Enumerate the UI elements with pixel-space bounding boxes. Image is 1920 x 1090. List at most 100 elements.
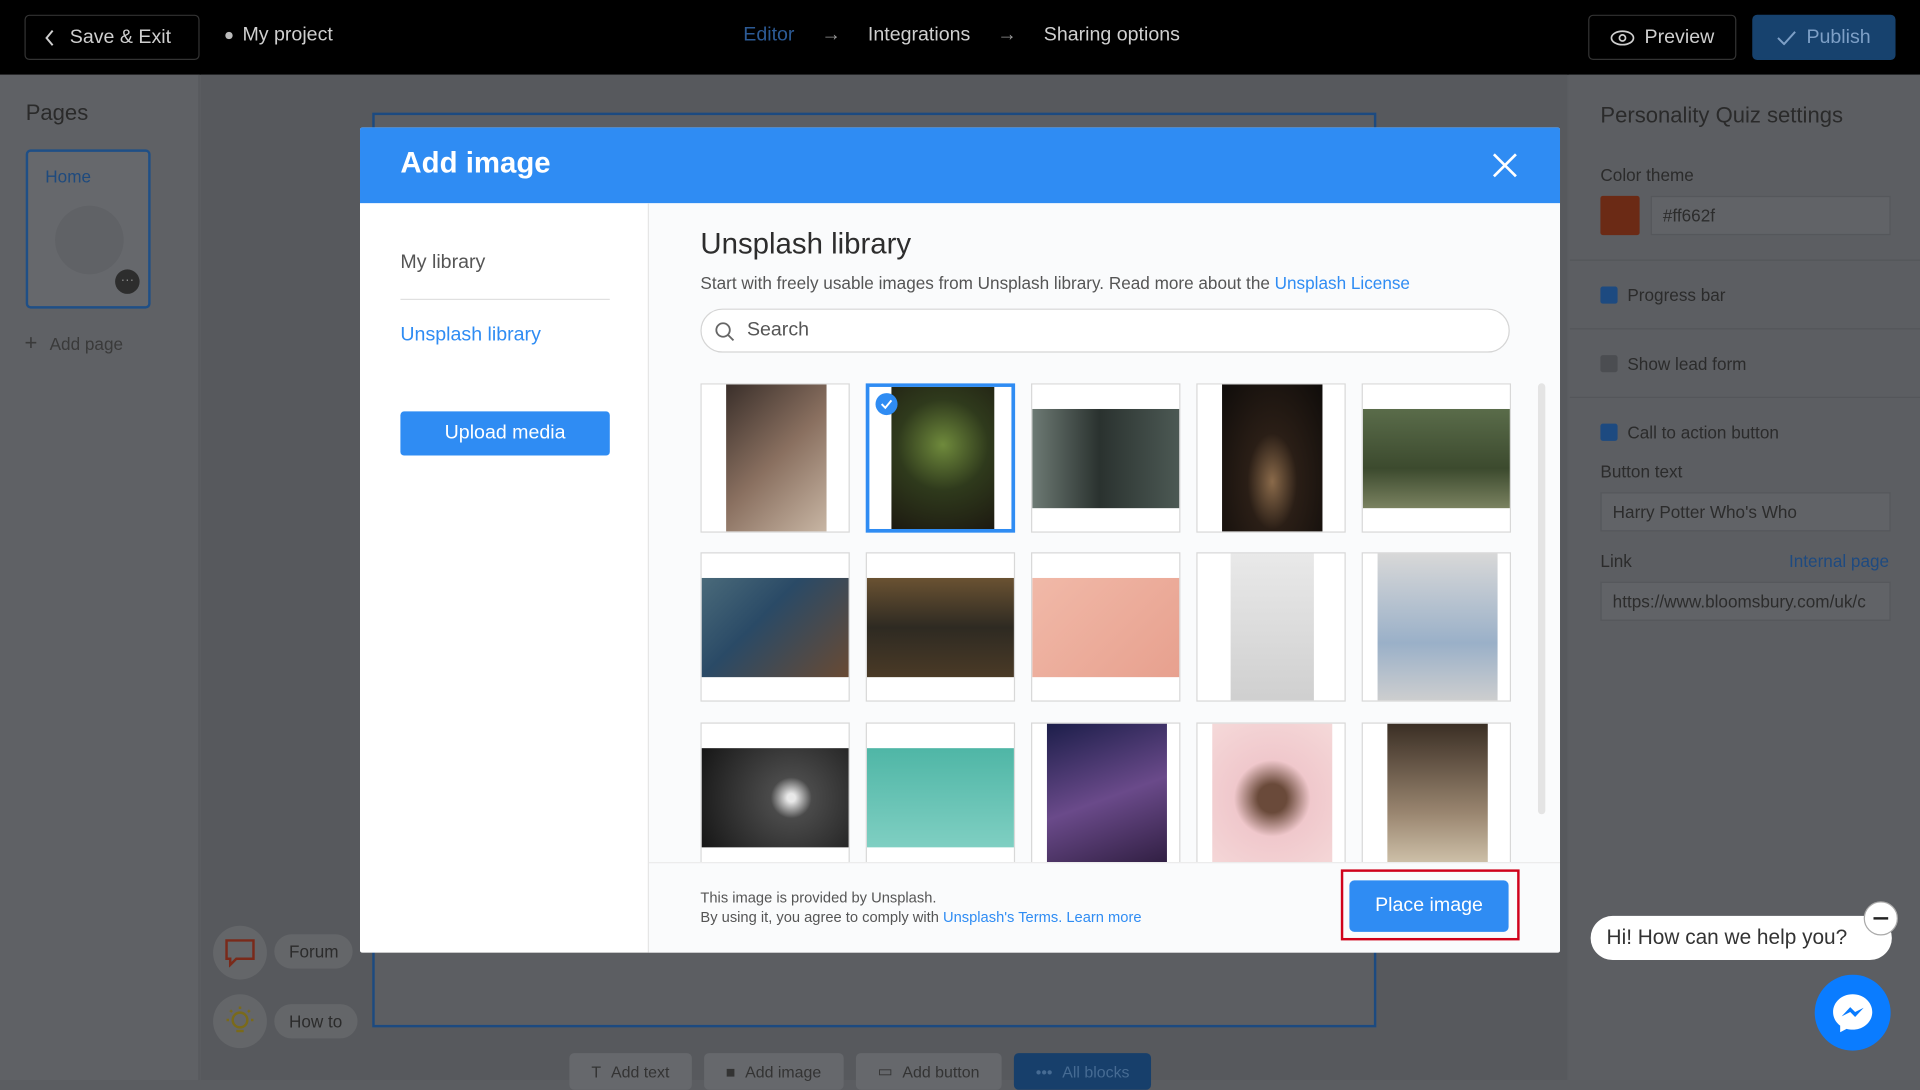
more-icon[interactable]: ··· [115,269,140,294]
save-exit-label: Save & Exit [69,26,172,48]
add-image-button[interactable]: ■ Add image [703,1053,844,1090]
publish-label: Publish [1806,26,1871,48]
image-thumbnail [1032,408,1180,509]
library-description: Start with freely usable images from Uns… [700,273,1410,293]
unsplash-license-link[interactable]: Unsplash License [1275,273,1410,293]
page-card-home[interactable]: Home ··· [25,149,151,309]
chevron-left-icon [45,29,54,46]
image-tile[interactable] [1031,383,1181,533]
arrow-right-icon: → [821,24,841,46]
divider [400,298,610,301]
chat-icon [225,939,255,968]
image-thumbnail [891,386,995,529]
page-card-label: Home [45,166,92,187]
image-tile[interactable] [1361,383,1512,533]
selected-check-icon [875,393,898,416]
image-thumbnail [1032,577,1180,678]
screen: Save & Exit My project Editor → Integrat… [0,0,1920,1090]
image-tile[interactable] [1361,722,1512,863]
howto-label[interactable]: How to [274,1004,358,1039]
all-blocks-label: All blocks [1062,1062,1130,1081]
project-label: My project [242,24,333,46]
text-icon: T [591,1062,602,1081]
image-icon: ■ [725,1062,736,1081]
grid-scrollbar[interactable] [1537,383,1546,815]
dots-icon: ••• [1035,1062,1053,1081]
image-grid [700,383,1512,863]
button-icon: ▭ [877,1061,893,1081]
messenger-icon[interactable] [1814,974,1891,1051]
upload-media-button[interactable]: Upload media [400,411,610,456]
place-image-button[interactable]: Place image [1349,880,1509,932]
cta-checkbox[interactable] [1600,423,1618,441]
preview-label: Preview [1644,26,1715,48]
eye-icon [1610,29,1635,45]
image-tile[interactable] [700,383,850,533]
chat-prompt[interactable]: Hi! How can we help you? [1590,915,1892,961]
step-editor[interactable]: Editor [743,24,794,46]
divider [1569,396,1920,398]
add-button-button[interactable]: ▭ Add button [855,1053,1002,1090]
image-tile[interactable] [865,722,1016,863]
forum-button[interactable] [213,925,267,980]
image-tile[interactable] [1196,552,1346,702]
search-icon [715,322,735,342]
add-text-button[interactable]: T Add text [569,1053,692,1090]
preview-button[interactable]: Preview [1588,14,1737,61]
add-page-button[interactable]: + Add page [24,331,123,357]
unsplash-library-tab[interactable]: Unsplash library [400,324,540,346]
pages-title: Pages [25,100,89,125]
all-blocks-button[interactable]: ••• All blocks [1013,1053,1152,1090]
image-tile[interactable] [865,552,1016,702]
step-integrations[interactable]: Integrations [868,24,970,46]
color-hex-input[interactable]: #ff662f [1650,195,1891,236]
publish-button[interactable]: Publish [1752,14,1896,61]
image-tile[interactable] [1196,722,1346,863]
button-text-input[interactable]: Harry Potter Who's Who [1600,492,1891,532]
project-name[interactable]: My project [225,24,333,46]
color-swatch[interactable] [1600,195,1640,236]
lead-form-checkbox[interactable] [1600,355,1618,373]
my-library-tab[interactable]: My library [400,252,485,274]
image-thumbnail [1387,723,1488,863]
image-thumbnail [701,748,849,848]
arrow-right-icon: → [997,24,1017,46]
internal-page-link[interactable]: Internal page [1789,551,1889,571]
howto-button[interactable] [213,994,267,1049]
forum-label[interactable]: Forum [274,934,354,969]
image-tile[interactable] [1196,383,1346,533]
settings-title: Personality Quiz settings [1600,102,1843,128]
step-nav: Editor → Integrations → Sharing options [743,24,1180,46]
modal-content: Unsplash library Start with freely usabl… [648,203,1561,953]
close-icon[interactable] [1489,149,1521,181]
image-tile[interactable] [1031,552,1181,702]
status-dot [225,31,233,40]
image-tile[interactable] [1031,722,1181,863]
bulb-icon [226,1006,254,1033]
image-tile[interactable] [700,722,850,863]
save-exit-button[interactable]: Save & Exit [24,14,200,61]
search-input[interactable]: Search [700,308,1510,353]
step-sharing-options[interactable]: Sharing options [1044,24,1180,46]
divider [1569,328,1920,330]
footer-terms: By using it, you agree to comply with Un… [700,909,1141,926]
learn-more-link[interactable]: Learn more [1066,909,1141,926]
unsplash-terms-link[interactable]: Unsplash's Terms. [943,909,1062,926]
add-image-modal: Add image My library Unsplash library Up… [360,127,1561,953]
add-button-label: Add button [902,1062,980,1081]
link-label: Link [1600,551,1632,571]
modal-title: Add image [400,146,551,181]
add-page-label: Add page [49,333,124,354]
progress-bar-checkbox[interactable] [1600,286,1618,304]
image-tile[interactable] [700,552,850,702]
link-input[interactable]: https://www.bloomsbury.com/uk/c [1600,581,1891,621]
footer-notice: This image is provided by Unsplash. [700,888,937,907]
image-tile[interactable] [1361,552,1512,702]
image-thumbnail [1046,723,1167,863]
search-placeholder: Search [746,319,810,341]
minus-icon[interactable] [1863,901,1898,936]
image-thumbnail [866,748,1014,848]
color-theme-label: Color theme [1600,165,1694,185]
image-thumbnail [866,577,1014,678]
image-tile-selected[interactable] [865,383,1016,533]
